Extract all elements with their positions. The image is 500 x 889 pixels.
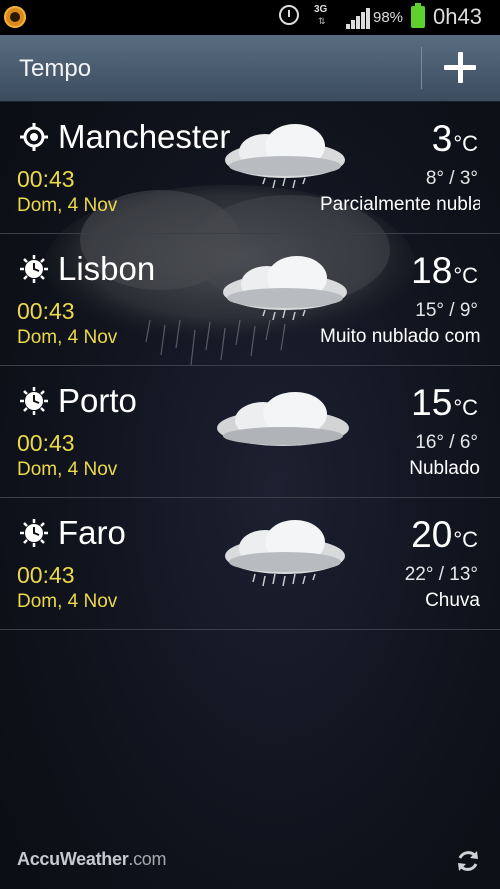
temperature-value: 3 — [431, 118, 453, 159]
temperature: 20°C — [411, 514, 478, 556]
city-row-faro[interactable]: Faro 00:43 Dom, 4 Nov 20°C 22° / 13° Chu… — [0, 498, 500, 630]
brand-name: AccuWeather — [17, 849, 129, 869]
rain-cloud-icon — [225, 520, 345, 587]
temperature-unit: °C — [453, 131, 478, 156]
night-clock-icon — [20, 387, 48, 415]
rain-cloud-icon — [223, 256, 347, 321]
city-name: Faro — [58, 514, 126, 551]
status-time: 0h43 — [433, 4, 482, 29]
city-date: Dom, 4 Nov — [17, 459, 118, 480]
temperature: 18°C — [411, 250, 478, 292]
city-name: Porto — [58, 382, 137, 419]
data-arrows-icon: ⇅ — [318, 16, 326, 26]
temperature-unit: °C — [453, 527, 478, 552]
city-date: Dom, 4 Nov — [17, 195, 118, 216]
temperature: 3°C — [432, 118, 478, 160]
temperature-value: 20 — [411, 514, 453, 555]
temperature: 15°C — [411, 382, 478, 424]
city-name: Manchester — [58, 118, 231, 155]
add-city-button[interactable] — [440, 48, 482, 90]
min-max-temp: 8° / 3° — [425, 168, 478, 189]
battery-icon — [411, 3, 425, 28]
app-notification-icon — [4, 6, 26, 28]
temperature-unit: °C — [453, 263, 478, 288]
min-max-temp: 22° / 13° — [404, 564, 478, 585]
city-date: Dom, 4 Nov — [17, 327, 118, 348]
temperature-value: 18 — [411, 250, 453, 291]
signal-icon — [346, 7, 370, 29]
city-time: 00:43 — [17, 166, 75, 192]
night-clock-icon — [20, 519, 48, 547]
rain-cloud-icon — [225, 124, 345, 189]
weather-condition: Parcialmente nublado — [320, 194, 480, 215]
weather-condition: Muito nublado com chuva — [320, 326, 480, 347]
network-type: 3G — [314, 4, 328, 15]
temperature-unit: °C — [453, 395, 478, 420]
city-row-lisbon[interactable]: Lisbon 00:43 Dom, 4 Nov 18°C 15° / 9° Mu… — [0, 234, 500, 366]
temperature-value: 15 — [411, 382, 453, 423]
weather-condition: Chuva — [425, 590, 480, 611]
city-time: 00:43 — [17, 298, 75, 324]
accuweather-logo[interactable]: AccuWeather.com — [17, 849, 167, 870]
weather-condition: Nublado — [409, 458, 480, 479]
location-icon — [20, 123, 48, 151]
city-time: 00:43 — [17, 562, 75, 588]
app-header: Tempo — [0, 35, 500, 102]
city-date: Dom, 4 Nov — [17, 591, 118, 612]
city-row-manchester[interactable]: Manchester 00:43 Dom, 4 Nov 3°C 8° / 3° … — [0, 102, 500, 234]
min-max-temp: 16° / 6° — [415, 432, 478, 453]
status-bar: 3G ⇅ 98% 0h43 — [0, 0, 500, 35]
night-clock-icon — [20, 255, 48, 283]
city-list: Manchester 00:43 Dom, 4 Nov 3°C 8° / 3° … — [0, 102, 500, 630]
brand-suffix: .com — [128, 849, 167, 869]
cloud-icon — [217, 392, 349, 446]
header-divider — [421, 47, 422, 89]
page-title: Tempo — [19, 55, 92, 82]
battery-percent: 98% — [373, 9, 404, 26]
refresh-button[interactable] — [455, 848, 481, 874]
city-time: 00:43 — [17, 430, 75, 456]
min-max-temp: 15° / 9° — [415, 300, 478, 321]
city-name: Lisbon — [58, 250, 156, 287]
alarm-icon — [279, 5, 299, 25]
city-row-porto[interactable]: Porto 00:43 Dom, 4 Nov 15°C 16° / 6° Nub… — [0, 366, 500, 498]
refresh-icon — [458, 851, 478, 871]
